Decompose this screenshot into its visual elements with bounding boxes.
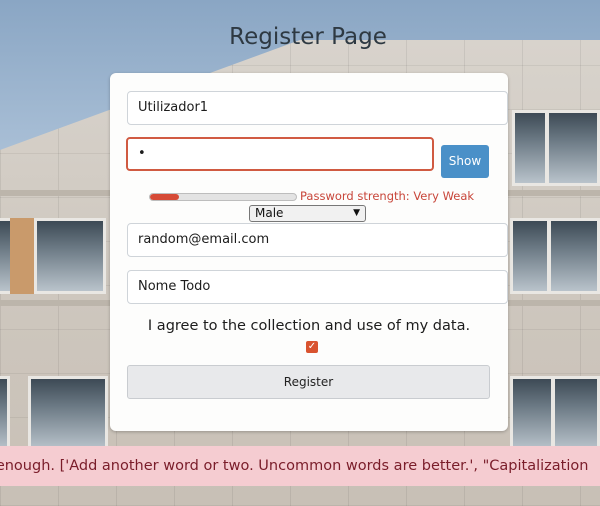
email-field[interactable]: random@email.com	[127, 223, 508, 257]
check-icon: ✓	[307, 341, 317, 352]
password-strength-meter	[149, 193, 297, 201]
consent-checkbox[interactable]: ✓	[306, 341, 318, 353]
password-field[interactable]: •	[126, 137, 434, 171]
gender-select[interactable]: Male ▼	[249, 205, 366, 222]
full-name-field[interactable]: Nome Todo	[127, 270, 508, 304]
gender-select-value: Male	[255, 206, 284, 220]
page-title: Register Page	[229, 24, 387, 50]
register-button[interactable]: Register	[127, 365, 490, 399]
chevron-down-icon: ▼	[353, 208, 360, 218]
error-alert: g enough. ['Add another word or two. Unc…	[0, 446, 600, 486]
password-strength-fill	[150, 194, 180, 200]
consent-label: I agree to the collection and use of my …	[147, 318, 471, 334]
error-alert-text: g enough. ['Add another word or two. Unc…	[0, 458, 589, 474]
register-form-card: Utilizador1 • Show Password strength: Ve…	[110, 73, 508, 431]
username-field[interactable]: Utilizador1	[127, 91, 508, 125]
password-strength-text: Password strength: Very Weak	[300, 189, 475, 203]
show-password-button[interactable]: Show	[441, 145, 489, 178]
